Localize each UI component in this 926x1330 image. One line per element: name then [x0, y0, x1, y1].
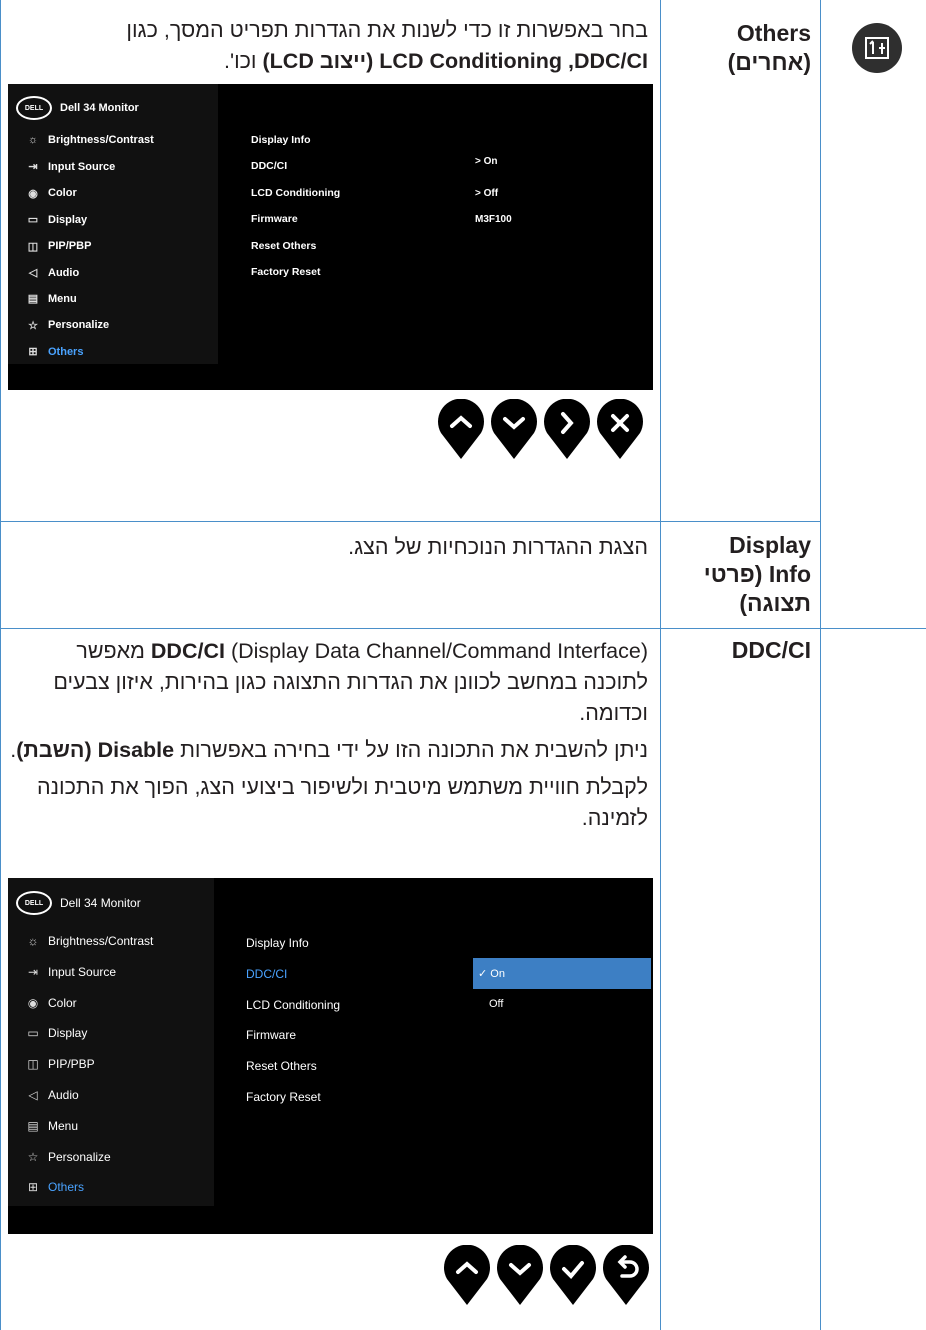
right-button[interactable] — [543, 398, 591, 461]
brightness-icon: ☼ — [27, 134, 39, 146]
down-button[interactable] — [490, 398, 538, 461]
menu-icon: ▤ — [27, 1118, 39, 1133]
osd-menu-label: Display — [48, 213, 88, 226]
osd-menu-label: Menu — [48, 1118, 79, 1133]
osd-menu-item-audio[interactable]: ◁ Audio — [18, 1088, 79, 1102]
close-button[interactable] — [596, 398, 644, 461]
audio-icon: ◁ — [28, 1088, 38, 1102]
osd-title: Dell 34 Monitor — [60, 102, 139, 114]
value-lcd-conditioning: > Off — [475, 188, 499, 199]
osd-menu-label: Audio — [48, 266, 80, 279]
osd-submenu-ddc-ci[interactable]: DDC/CI — [246, 967, 287, 981]
osd-submenu-reset-others[interactable]: Reset Others — [246, 1059, 317, 1073]
osd-menu-item-display[interactable]: ▭ Display — [18, 1026, 87, 1040]
osd-submenu-reset-others[interactable]: Reset Others — [251, 240, 316, 252]
osd-submenu-lcd-conditioning[interactable]: LCD Conditioning — [246, 998, 340, 1012]
osd-menu-item-brightness-contrast[interactable]: ☼ Brightness/Contrast — [18, 934, 154, 948]
osd-menu-label: Menu — [48, 292, 77, 305]
osd-menu-item-color[interactable]: ◉ Color — [18, 996, 77, 1010]
osd-menu-item-personalize[interactable]: ☆ Personalize — [18, 1150, 111, 1164]
osd-title: Dell 34 Monitor — [60, 896, 141, 910]
osd-menu-label: Display — [48, 1026, 88, 1041]
osd-menu-item-display[interactable]: ▭ Display — [18, 213, 88, 227]
term-ddcci: DDC/CI — [731, 637, 811, 663]
up-button[interactable] — [437, 398, 485, 461]
input-source-icon: ⇥ — [28, 161, 38, 174]
display-icon: ▭ — [27, 1026, 39, 1041]
table-column-divider — [660, 0, 661, 1330]
table-border-left — [0, 0, 1, 1330]
value-firmware: M3F100 — [475, 214, 512, 225]
term-display-info: Display Info (פרטי תצוגה) — [703, 532, 811, 616]
dell-logo: DELL — [16, 891, 52, 915]
osd-menu-item-menu[interactable]: ▤ Menu — [18, 1119, 78, 1133]
brightness-icon: ☼ — [27, 934, 39, 948]
osd-screenshot-ddcci: DELL Dell 34 Monitor ✓ On Off ☼ Brightnes… — [8, 878, 653, 1234]
osd-menu-item-color[interactable]: ◉ Color — [18, 187, 77, 200]
osd-menu-item-menu[interactable]: ▤ Menu — [18, 292, 77, 306]
osd-submenu-display-info[interactable]: Display Info — [246, 936, 309, 950]
osd-menu-label: Personalize — [48, 1149, 111, 1164]
osd-menu-label: Color — [48, 995, 77, 1010]
osd-submenu-display-info[interactable]: Display Info — [251, 134, 311, 146]
osd-menu-label: Others — [48, 345, 84, 358]
osd-menu-label: PIP/PBP — [48, 240, 92, 253]
audio-icon: ◁ — [28, 267, 38, 279]
check-button[interactable] — [549, 1244, 597, 1307]
up-button[interactable] — [443, 1244, 491, 1307]
down-button[interactable] — [496, 1244, 544, 1307]
osd-submenu-firmware[interactable]: Firmware — [246, 1028, 296, 1042]
color-icon: ◉ — [27, 995, 39, 1010]
osd-screenshot-others: DELL Dell 34 Monitor > On > Off M3F100 ☼… — [8, 84, 653, 390]
others-icon: ⊞ — [27, 1180, 39, 1195]
personalize-icon: ☆ — [27, 1149, 39, 1164]
osd-submenu-ddc-ci[interactable]: DDC/CI — [251, 160, 287, 172]
row-divider — [0, 628, 926, 629]
others-icon — [852, 23, 902, 73]
osd-menu-label: Brightness/Contrast — [48, 134, 154, 146]
osd-menu-item-others[interactable]: ⊞ Others — [18, 345, 84, 359]
osd-menu-label: Input Source — [48, 160, 116, 173]
input-source-icon: ⇥ — [27, 964, 39, 979]
osd-menu-item-audio[interactable]: ◁ Audio — [18, 266, 80, 280]
desc-display-info: הצגת ההגדרות הנוכחיות של הצג. — [348, 535, 648, 559]
osd-menu-item-input-source[interactable]: ⇥ Input Source — [18, 965, 116, 979]
osd-menu-item-others[interactable]: ⊞ Others — [18, 1180, 84, 1194]
osd-menu-item-input-source[interactable]: ⇥ Input Source — [18, 160, 116, 174]
osd-menu-label: Brightness/Contrast — [48, 934, 154, 948]
others-icon: ⊞ — [28, 346, 38, 359]
osd-menu-label: Personalize — [48, 319, 110, 332]
option-on[interactable]: ✓ On — [478, 967, 505, 980]
dell-logo: DELL — [16, 96, 52, 120]
osd-menu-item-personalize[interactable]: ☆ Personalize — [18, 319, 109, 332]
osd-menu-label: PIP/PBP — [48, 1057, 95, 1072]
value-ddcci: > On — [475, 156, 498, 167]
osd-submenu-factory-reset[interactable]: Factory Reset — [246, 1090, 321, 1104]
osd-submenu-lcd-conditioning[interactable]: LCD Conditioning — [251, 187, 340, 199]
osd-menu-label: Others — [48, 1180, 85, 1195]
display-icon: ▭ — [27, 214, 39, 227]
table-column-divider — [820, 0, 821, 1330]
option-off[interactable]: Off — [489, 998, 503, 1010]
osd-submenu-factory-reset[interactable]: Factory Reset — [251, 266, 320, 278]
osd-menu-label: Input Source — [48, 964, 117, 979]
osd-menu-label: Color — [48, 187, 77, 200]
osd-menu-item-pip-pbp[interactable]: ◫ PIP/PBP — [18, 240, 92, 253]
personalize-icon: ☆ — [28, 319, 38, 332]
osd-submenu-firmware[interactable]: Firmware — [251, 213, 298, 225]
pip-pbp-icon: ◫ — [27, 1057, 39, 1072]
osd-menu-item-brightness-contrast[interactable]: ☼ Brightness/Contrast — [18, 134, 154, 146]
menu-icon: ▤ — [27, 293, 39, 306]
desc-ddcci: DDC/CI (Display Data Channel/Command Int… — [10, 639, 648, 830]
color-icon: ◉ — [28, 187, 38, 200]
back-button[interactable] — [602, 1244, 650, 1307]
desc-others: בחר באפשרות זו כדי לשנות את הגדרות תפריט… — [126, 18, 648, 73]
term-others: Others (אחרים) — [727, 20, 811, 75]
osd-menu-label: Audio — [48, 1088, 79, 1102]
row-divider — [0, 521, 820, 522]
pip-pbp-icon: ◫ — [27, 240, 39, 253]
osd-menu-item-pip-pbp[interactable]: ◫ PIP/PBP — [18, 1057, 95, 1072]
